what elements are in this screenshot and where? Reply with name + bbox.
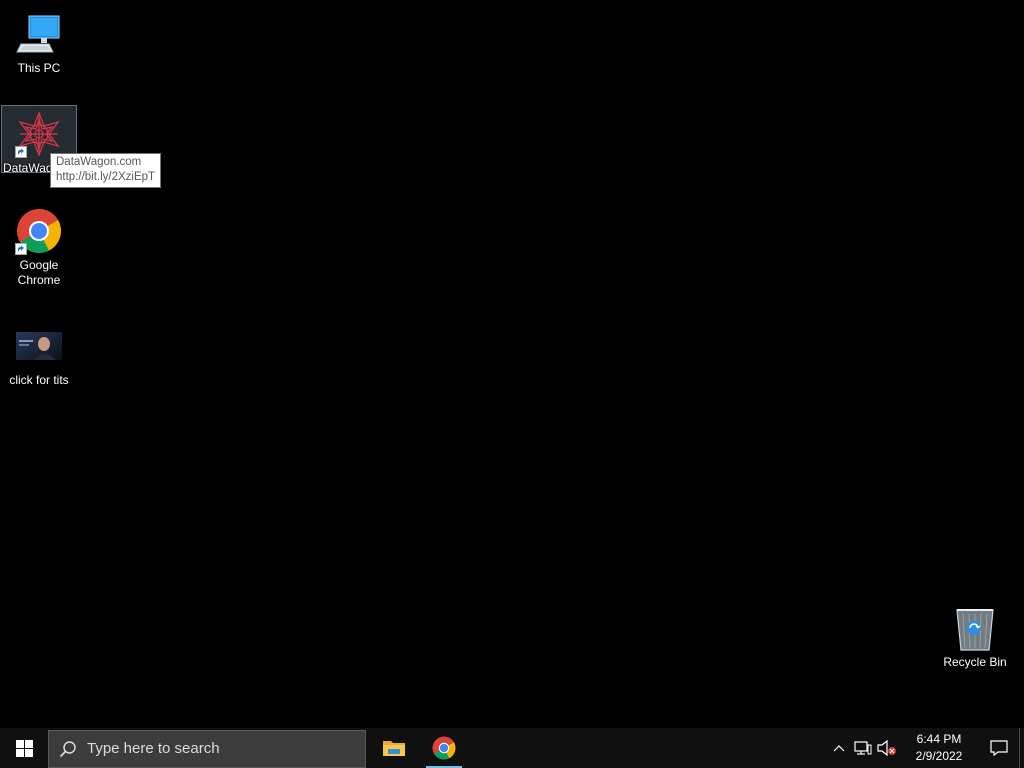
clock-time: 6:44 PM (916, 732, 962, 746)
chevron-up-icon (833, 745, 845, 752)
icon-tooltip: DataWagon.com http://bit.ly/2XziEpT (50, 153, 162, 188)
desktop-icon-label: Google Chrome (17, 258, 61, 287)
search-icon (49, 740, 87, 758)
search-placeholder: Type here to search (87, 740, 220, 757)
taskbar-search-box[interactable]: Type here to search (48, 729, 366, 768)
clock-date: 2/9/2022 (915, 749, 963, 763)
chrome-icon (432, 736, 456, 760)
volume-muted-icon[interactable] (875, 728, 899, 768)
chrome-icon (15, 207, 63, 255)
notification-icon (990, 740, 1008, 756)
folder-icon (383, 741, 405, 756)
system-tray: 6:44 PM 2/9/2022 (827, 728, 1024, 768)
datawagon-icon (15, 110, 63, 158)
desktop-icon-recycle-bin[interactable]: Recycle Bin (937, 600, 1013, 670)
shortcut-arrow-icon (15, 243, 27, 255)
desktop-icon-label: This PC (17, 61, 61, 75)
image-thumbnail-icon (15, 322, 63, 370)
show-hidden-icons-button[interactable] (827, 728, 851, 768)
computer-icon (15, 10, 63, 58)
network-icon[interactable] (851, 728, 875, 768)
tooltip-title: DataWagon.com (56, 156, 142, 168)
taskbar: Type here to search 6:44 PM 2/9/2022 (0, 728, 1024, 768)
desktop-icon-image-file[interactable]: click for tits (1, 318, 77, 388)
taskbar-file-explorer[interactable] (370, 728, 418, 768)
desktop-icon-label: Recycle Bin (943, 655, 1007, 669)
desktop: This PC DataWag Google Chrome click for … (0, 0, 1024, 720)
desktop-icon-google-chrome[interactable]: Google Chrome (1, 203, 77, 288)
desktop-icon-this-pc[interactable]: This PC (1, 6, 77, 76)
start-button[interactable] (0, 728, 48, 768)
taskbar-clock[interactable]: 6:44 PM 2/9/2022 (899, 731, 979, 765)
recycle-bin-icon (951, 604, 999, 652)
tooltip-url: http://bit.ly/2XziEpT (56, 171, 156, 183)
taskbar-google-chrome[interactable] (420, 728, 468, 768)
desktop-icon-label: click for tits (9, 373, 69, 387)
shortcut-arrow-icon (15, 146, 27, 158)
show-desktop-button[interactable] (1019, 728, 1024, 768)
action-center-button[interactable] (979, 728, 1019, 768)
windows-logo-icon (15, 739, 33, 757)
